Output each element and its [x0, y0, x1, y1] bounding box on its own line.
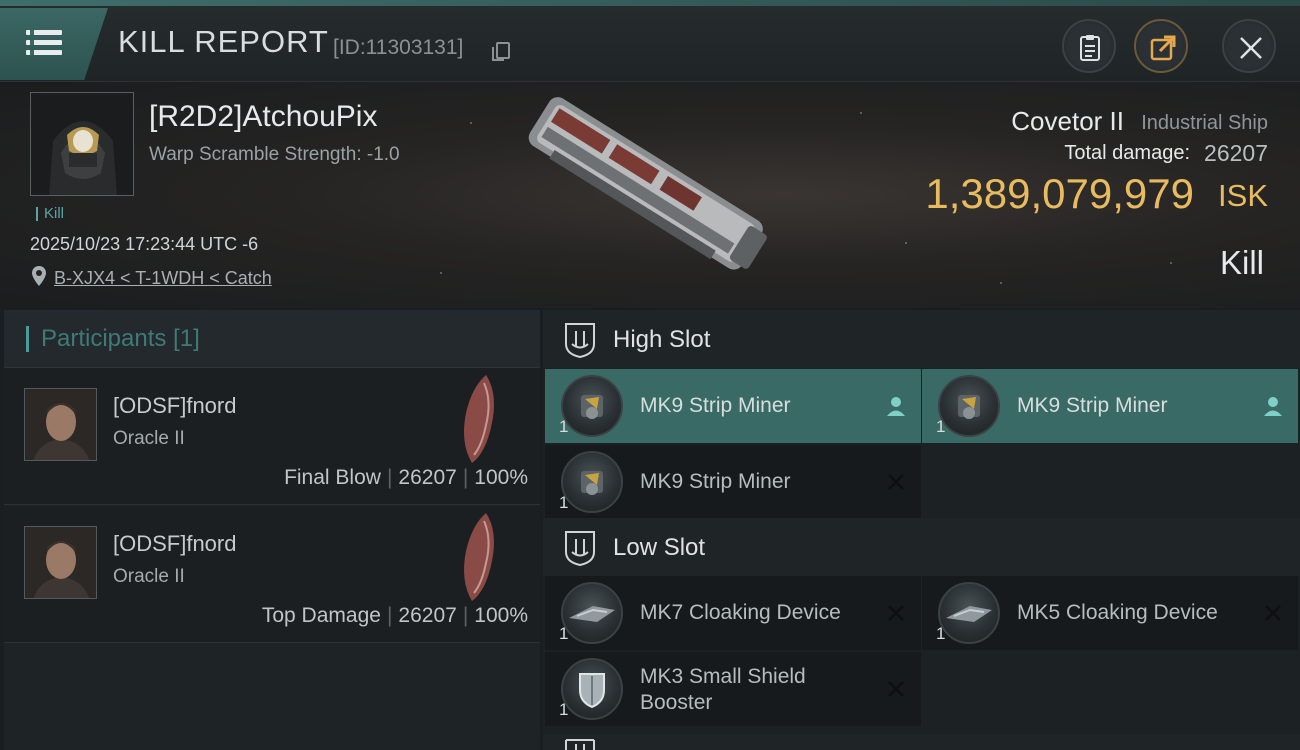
module-item[interactable]: 1 MK5 Cloaking Device: [922, 576, 1298, 650]
participant-role: Top Damage: [261, 604, 381, 627]
participant-role: Final Blow: [284, 466, 381, 489]
participant-row[interactable]: [ODSF]fnord Oracle II Final Blow | 26207 | 1…: [4, 368, 540, 505]
module-item[interactable]: 1 MK7 Cloaking Device: [545, 576, 921, 650]
victim-panel: [R2D2]AtchouPix Warp Scramble Strength: …: [0, 82, 1300, 308]
copy-icon[interactable]: [492, 42, 510, 61]
victim-avatar[interactable]: [30, 92, 134, 196]
cloaking-device-icon: [938, 582, 1000, 644]
cloaking-device-icon: [561, 582, 623, 644]
header: KILL REPORT [ID:11303131]: [0, 6, 1300, 82]
participants-header: Participants [1]: [4, 310, 540, 368]
module-name: MK9 Strip Miner: [640, 394, 791, 417]
participant-percent: 100%: [474, 604, 528, 627]
clipboard-icon: [1080, 35, 1100, 61]
module-quantity: 1: [559, 624, 569, 643]
module-name: MK3 Small Shield Booster: [640, 665, 806, 714]
warp-scramble-strength: Warp Scramble Strength: -1.0: [149, 144, 400, 165]
high-slot-icon: [565, 323, 595, 358]
share-icon: [1150, 35, 1176, 61]
close-icon: [1240, 37, 1262, 59]
module-item[interactable]: 1 MK9 Strip Miner: [922, 369, 1298, 443]
result-label: Kill: [1219, 244, 1264, 281]
participant-damage: 26207: [398, 466, 457, 489]
low-slot-icon: [565, 531, 595, 566]
ship-name[interactable]: Covetor II: [1011, 106, 1124, 137]
module-item[interactable]: 1 MK9 Strip Miner: [545, 445, 921, 519]
participant-name[interactable]: [ODSF]fnord: [113, 393, 236, 419]
module-quantity: 1: [559, 417, 569, 436]
total-damage-label: Total damage:: [1064, 142, 1190, 164]
high-slot-title: High Slot: [613, 326, 711, 353]
total-damage-value: 26207: [1204, 140, 1268, 166]
module-name: MK5 Cloaking Device: [1017, 601, 1218, 624]
oracle-ship-icon: [464, 513, 494, 601]
destroyed-x-icon: [888, 474, 904, 490]
strip-miner-icon: [561, 451, 623, 513]
oracle-ship-icon: [464, 375, 494, 463]
pilot-icon: [887, 397, 905, 416]
high-slot-header: High Slot: [543, 310, 1300, 368]
module-quantity: 1: [936, 624, 946, 643]
module-name: MK9 Strip Miner: [1017, 394, 1168, 417]
ship-image: [528, 97, 767, 270]
isk-unit: ISK: [1218, 178, 1268, 213]
strip-miner-icon: [561, 375, 623, 437]
participant-percent: 100%: [474, 466, 528, 489]
module-quantity: 1: [559, 700, 569, 719]
close-button[interactable]: [1222, 19, 1276, 73]
fitting-panel: High Slot 1 MK9 Strip Miner 1 MK9 Strip …: [543, 310, 1300, 750]
strip-miner-icon: [938, 375, 1000, 437]
module-name: MK7 Cloaking Device: [640, 601, 841, 624]
low-slot-title: Low Slot: [613, 534, 706, 561]
destroyed-x-icon: [888, 681, 904, 697]
participants-panel: Participants [1] [ODSF]fnord Oracle II F…: [4, 310, 540, 750]
mid-slot-icon: [565, 739, 595, 750]
participant-ship: Oracle II: [113, 428, 185, 449]
participant-stats: Top Damage | 26207 | 100%: [261, 604, 528, 627]
kill-id: [ID:11303131]: [333, 36, 464, 59]
participant-damage: 26207: [398, 604, 457, 627]
page-title: KILL REPORT: [118, 24, 329, 59]
location-link[interactable]: B-XJX4 < T-1WDH < Catch: [54, 268, 272, 289]
participant-name[interactable]: [ODSF]fnord: [113, 531, 236, 557]
module-item[interactable]: 1 MK9 Strip Miner: [545, 369, 921, 443]
mid-slot-header: [543, 734, 1300, 750]
share-button[interactable]: [1134, 19, 1188, 73]
kill-tag: Kill: [36, 206, 64, 221]
menu-button[interactable]: [0, 8, 108, 80]
participants-title: Participants [1]: [26, 326, 200, 352]
participant-stats: Final Blow | 26207 | 100%: [284, 466, 528, 489]
low-slot-header: Low Slot: [543, 518, 1300, 576]
destroyed-x-icon: [1265, 605, 1281, 621]
victim-name[interactable]: [R2D2]AtchouPix: [149, 100, 377, 134]
module-quantity: 1: [936, 417, 946, 436]
module-item[interactable]: 1 MK3 Small Shield Booster: [545, 652, 921, 726]
kill-timestamp: 2025/10/23 17:23:44 UTC -6: [30, 234, 259, 254]
participant-row[interactable]: [ODSF]fnord Oracle II Top Damage | 26207 | 1…: [4, 506, 540, 643]
avatar: [24, 526, 97, 599]
location-pin-icon: [32, 266, 46, 286]
ship-class: Industrial Ship: [1141, 112, 1268, 134]
report-button[interactable]: [1062, 19, 1116, 73]
isk-value: 1,389,079,979: [925, 170, 1194, 217]
participant-ship: Oracle II: [113, 566, 185, 587]
pilot-icon: [1264, 397, 1282, 416]
shield-booster-icon: [561, 658, 623, 720]
avatar: [24, 388, 97, 461]
destroyed-x-icon: [888, 605, 904, 621]
module-name: MK9 Strip Miner: [640, 470, 791, 493]
module-quantity: 1: [559, 493, 569, 512]
